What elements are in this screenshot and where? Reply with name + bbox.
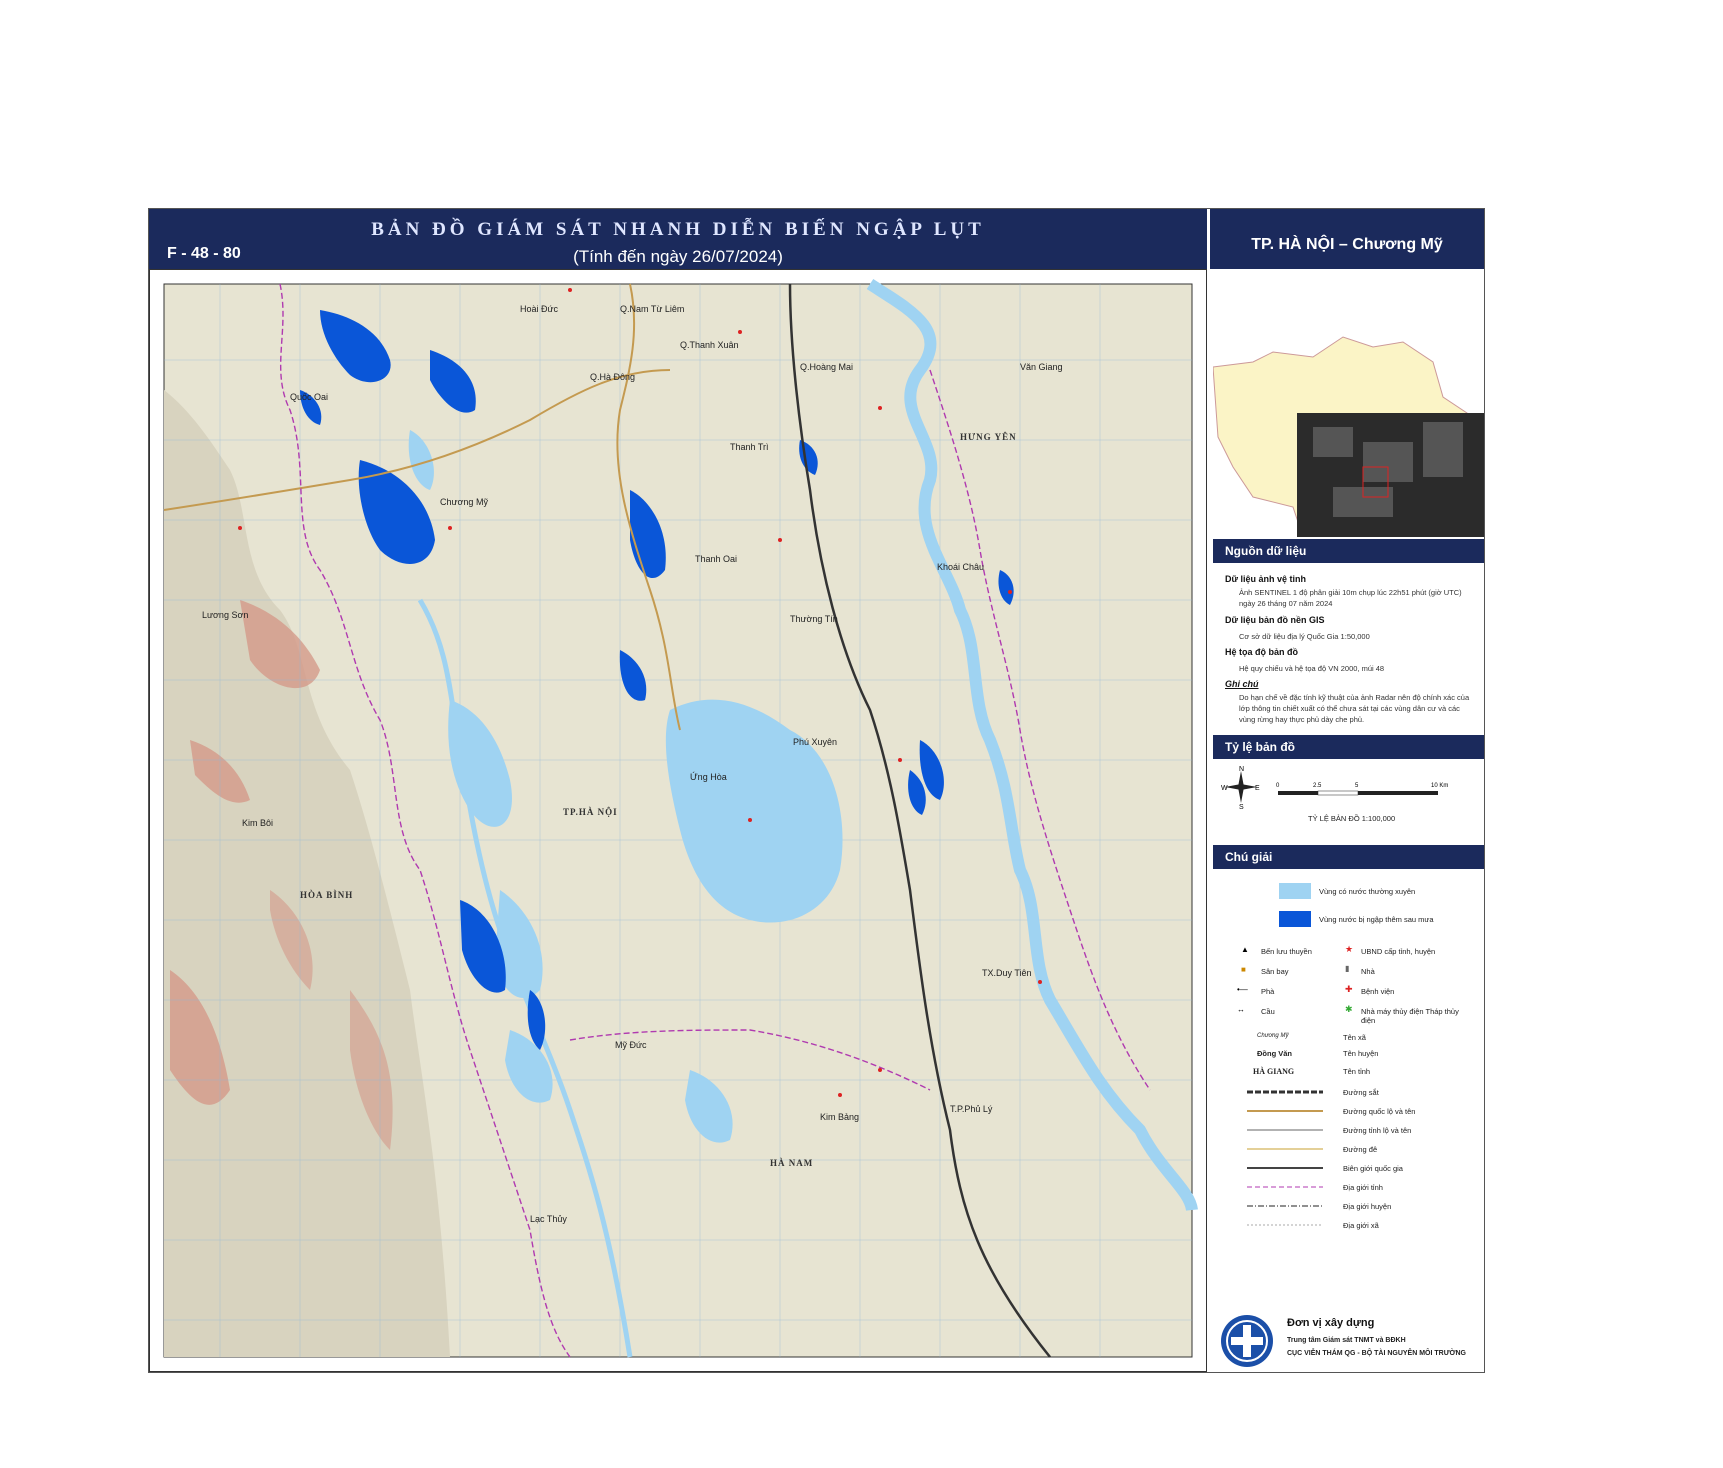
map-sheet: BẢN ĐỒ GIÁM SÁT NHANH DIỄN BIẾN NGẬP LỤT… — [148, 208, 1485, 1373]
map-subtitle: (Tính đến ngày 26/07/2024) — [573, 247, 783, 266]
legend-name-label: Tên xã — [1343, 1033, 1366, 1042]
gis-label: Dữ liệu bản đồ nền GIS — [1225, 615, 1325, 625]
sat-text: Ảnh SENTINEL 1 độ phân giải 10m chụp lúc… — [1239, 588, 1462, 608]
legend-flood-label: Vùng nước bị ngập thêm sau mưa — [1319, 915, 1434, 924]
scale-tick: 5 — [1355, 783, 1359, 789]
legend-name-sample: HÀ GIANG — [1253, 1067, 1295, 1076]
compass-icon: N S W E — [1221, 765, 1261, 811]
label-hoa-binh: HÒA BÌNH — [300, 890, 353, 900]
scale-tick: 0 — [1276, 783, 1280, 789]
legend-name-sample: Chương Mỹ — [1257, 1033, 1289, 1039]
unit-line2: CỤC VIỄN THÁM QG - BỘ TÀI NGUYÊN MÔI TRƯ… — [1287, 1350, 1466, 1357]
label-thuong-tin: Thường Tín — [790, 614, 838, 624]
legend-line-label: Đường sắt — [1343, 1088, 1379, 1097]
region-title: TP. HÀ NỘI – Chương Mỹ — [1251, 236, 1443, 253]
legend-line-label: Địa giới tỉnh — [1343, 1183, 1383, 1192]
label-q-nam-tu-liem: Q.Nam Từ Liêm — [620, 304, 684, 314]
label-my-duc: Mỹ Đức — [615, 1040, 647, 1050]
legend-name-sample: Đồng Văn — [1257, 1049, 1292, 1058]
airport-icon: ■ — [1241, 965, 1246, 974]
legend-name-label: Tên huyện — [1343, 1049, 1379, 1058]
harbor-icon: ▲ — [1241, 945, 1249, 954]
label-q-thanh-xuan: Q.Thanh Xuân — [680, 340, 739, 350]
region-bar: TP. HÀ NỘI – Chương Mỹ — [1210, 209, 1484, 269]
label-van-giang: Văn Giang — [1020, 362, 1063, 372]
label-quoc-oai: Quốc Oai — [290, 392, 328, 402]
legend-line-label: Đường tỉnh lộ và tên — [1343, 1126, 1412, 1135]
admin-star-icon: ★ — [1345, 944, 1354, 954]
legend-item: Nhà — [1361, 967, 1375, 976]
label-thanh-tri: Thanh Trì — [730, 442, 769, 452]
legend-item: Nhà máy thủy điện Tháp thủy điện — [1361, 1007, 1459, 1025]
bridge-icon: ↔ — [1237, 1005, 1245, 1014]
title-bar: BẢN ĐỒ GIÁM SÁT NHANH DIỄN BIẾN NGẬP LỤT… — [149, 209, 1209, 269]
label-kim-bang: Kim Bảng — [820, 1112, 859, 1122]
legend-item: Phà — [1261, 987, 1275, 996]
label-hoai-duc: Hoài Đức — [520, 304, 559, 314]
hospital-icon: ✚ — [1345, 984, 1353, 994]
label-lac-thuy: Lạc Thủy — [530, 1214, 567, 1224]
label-chuong-my: Chương Mỹ — [440, 497, 488, 507]
map-title: BẢN ĐỒ GIÁM SÁT NHANH DIỄN BIẾN NGẬP LỤT — [371, 219, 985, 240]
scale-bar: 0 2.5 5 10 Km — [1273, 779, 1473, 809]
gis-text: Cơ sở dữ liệu địa lý Quốc Gia 1:50,000 — [1239, 632, 1370, 641]
note-text: Do hạn chế về đặc tính kỹ thuật của ảnh … — [1239, 693, 1470, 724]
unit-line1: Trung tâm Giám sát TNMT và BĐKH — [1287, 1337, 1406, 1344]
crs-label: Hệ tọa độ bản đồ — [1225, 647, 1298, 657]
crs-text: Hệ quy chiếu và hệ tọa độ VN 2000, múi 4… — [1239, 664, 1385, 673]
legend-line-label: Đường đê — [1343, 1145, 1378, 1154]
label-tp-phu-ly: T.P.Phủ Lý — [950, 1104, 993, 1114]
legend-item: Bến lưu thuyền — [1261, 947, 1312, 956]
legend-line-label: Biên giới quốc gia — [1343, 1164, 1403, 1173]
legend-lines — [1243, 1084, 1333, 1234]
unit-title: Đơn vị xây dựng — [1287, 1317, 1375, 1329]
label-khoai-chau: Khoái Châu — [937, 562, 984, 572]
scale-header: Tỷ lệ bản đồ — [1213, 735, 1484, 759]
label-q-hoang-mai: Q.Hoàng Mai — [800, 362, 853, 372]
note-label: Ghi chú — [1225, 679, 1259, 689]
label-ung-hoa: Ứng Hòa — [690, 772, 727, 782]
scale-tick: 10 Km — [1431, 783, 1448, 789]
compass-w: W — [1221, 785, 1228, 792]
legend-water-label: Vùng có nước thường xuyên — [1319, 887, 1416, 896]
label-tp-ha-noi: TP.HÀ NỘI — [563, 807, 618, 817]
sheet-id: F - 48 - 80 — [167, 245, 241, 262]
label-kim-boi: Kim Bôi — [242, 818, 273, 828]
legend-item: Cầu — [1261, 1007, 1275, 1016]
label-hung-yen: HƯNG YÊN — [960, 432, 1017, 442]
legend-item: Sân bay — [1261, 967, 1289, 976]
legend-line-label: Địa giới huyện — [1343, 1202, 1392, 1211]
legend-water-swatch — [1279, 883, 1311, 899]
label-thanh-oai: Thanh Oai — [695, 554, 737, 564]
sources-header: Nguồn dữ liệu — [1213, 539, 1484, 563]
label-phu-xuyen: Phú Xuyên — [793, 737, 837, 747]
legend-name-label: Tên tỉnh — [1343, 1067, 1371, 1076]
house-icon: ▮ — [1345, 964, 1350, 973]
scale-text: TỶ LỆ BẢN ĐỒ 1:100,000 — [1308, 814, 1396, 823]
map-frame[interactable]: Hoài Đức Q.Nam Từ Liêm Q.Thanh Xuân Q.Hà… — [149, 269, 1207, 1372]
compass-e: E — [1255, 785, 1260, 792]
sidebar: Nguồn dữ liệu Dữ liệu ảnh vệ tinh Ảnh SE… — [1212, 269, 1485, 1372]
flood-map[interactable]: Hoài Đức Q.Nam Từ Liêm Q.Thanh Xuân Q.Hà… — [150, 270, 1206, 1371]
label-ha-nam: HÀ NAM — [770, 1158, 813, 1168]
legend-flood-swatch — [1279, 911, 1311, 927]
legend-line-label: Địa giới xã — [1343, 1221, 1379, 1230]
ferry-icon: •— — [1237, 985, 1248, 994]
label-tx-duy-tien: TX.Duy Tiên — [982, 968, 1032, 978]
label-q-ha-dong: Q.Hà Đông — [590, 372, 635, 382]
sat-label: Dữ liệu ảnh vệ tinh — [1225, 574, 1307, 584]
compass-s: S — [1239, 804, 1244, 809]
legend-header: Chú giải — [1213, 845, 1484, 869]
locator-map — [1212, 317, 1485, 538]
compass-n: N — [1239, 766, 1244, 773]
scale-tick: 2.5 — [1313, 783, 1322, 789]
legend-item: UBND cấp tỉnh, huyện — [1361, 947, 1436, 956]
agency-logo — [1217, 1313, 1277, 1369]
legend-line-label: Đường quốc lộ và tên — [1343, 1107, 1416, 1116]
label-luong-son: Lương Sơn — [202, 610, 248, 620]
legend-item: Bệnh viện — [1361, 987, 1395, 996]
hydropower-icon: ✱ — [1345, 1004, 1353, 1014]
